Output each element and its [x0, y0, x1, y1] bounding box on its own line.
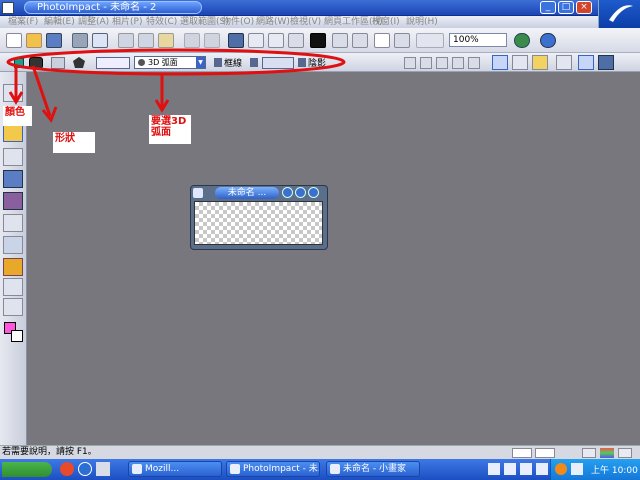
clock[interactable]: 上午 10:00	[591, 463, 638, 476]
arrow-shape	[31, 65, 52, 117]
tray-window-icon[interactable]	[520, 463, 532, 475]
taskbar: Mozill... PhotoImpact - 未... 未命名 - 小畫家	[0, 459, 640, 480]
ie-icon[interactable]	[78, 462, 92, 476]
help-text: 若需要說明，請按 F1。	[2, 447, 97, 457]
task-mozilla-label: Mozill...	[145, 464, 180, 474]
annotation-3d-label: 要選3D弧面	[149, 115, 191, 144]
system-tray: 上午 10:00	[550, 459, 640, 480]
tray-app-icon[interactable]	[555, 463, 567, 475]
tray-pause-icon[interactable]	[504, 463, 516, 475]
task-mozilla-icon	[132, 464, 142, 474]
task-photoimpact-icon	[230, 464, 240, 474]
status-indicator-2	[535, 448, 555, 458]
quicklaunch-1-icon[interactable]	[60, 462, 74, 476]
task-photoimpact[interactable]: PhotoImpact - 未...	[226, 461, 320, 477]
annotation-color-label: 顏色	[3, 106, 32, 126]
status-bar: 若需要說明，請按 F1。	[0, 445, 640, 459]
start-button[interactable]	[2, 462, 52, 477]
annotation-overlay	[6, 48, 346, 123]
eye-status-icon[interactable]	[618, 448, 632, 458]
task-mozilla[interactable]: Mozill...	[128, 461, 222, 477]
status-indicator-1	[512, 448, 532, 458]
task-photoimpact-label: PhotoImpact - 未...	[243, 464, 320, 474]
task-paint-label: 未命名 - 小畫家	[343, 464, 406, 474]
ruler-icon[interactable]	[582, 448, 596, 458]
color-bar-icon[interactable]	[600, 448, 614, 458]
task-paint-icon	[330, 464, 340, 474]
quicklaunch-3-icon[interactable]	[96, 462, 110, 476]
tray-keyboard-icon[interactable]	[488, 463, 500, 475]
tray-ime-icon[interactable]	[571, 463, 583, 475]
task-paint[interactable]: 未命名 - 小畫家	[326, 461, 420, 477]
tray-list-icon[interactable]	[536, 463, 548, 475]
annotation-shape-label: 形狀	[53, 132, 95, 153]
toolbar-highlight-ellipse	[6, 48, 346, 76]
